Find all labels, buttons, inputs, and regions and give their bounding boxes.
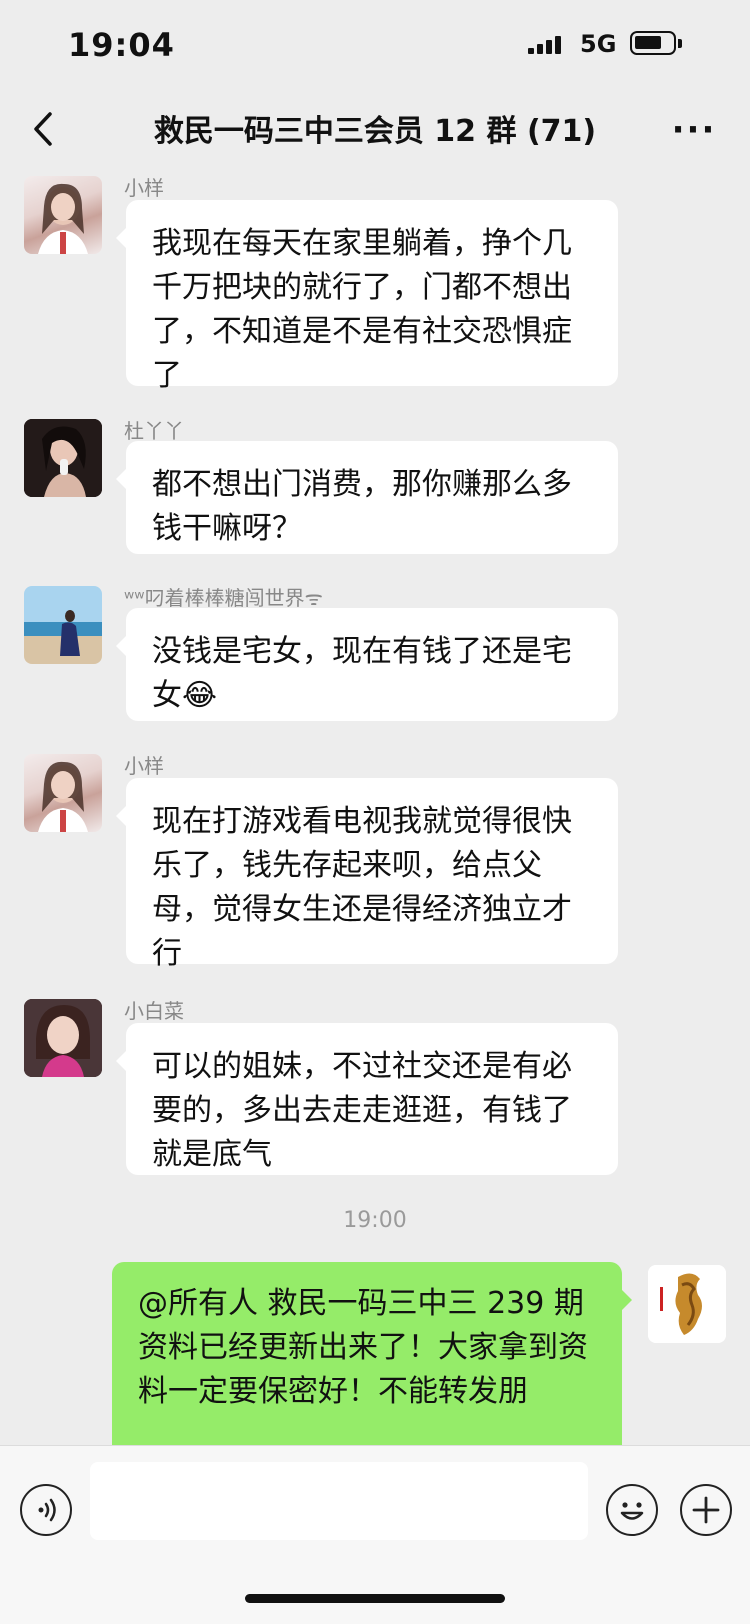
avatar-image bbox=[24, 419, 102, 497]
avatar[interactable] bbox=[24, 419, 102, 497]
avatar-self[interactable] bbox=[648, 1265, 726, 1343]
avatar-image bbox=[24, 586, 102, 664]
voice-button[interactable] bbox=[20, 1484, 72, 1536]
network-type: 5G bbox=[580, 30, 617, 58]
message-bubble[interactable]: 可以的姐妹，不过社交还是有必要的，多出去走走逛逛，有钱了就是底气 bbox=[116, 1023, 618, 1175]
status-time: 19:04 bbox=[68, 26, 175, 64]
message-bubble[interactable]: 没钱是宅女，现在有钱了还是宅女😂 bbox=[116, 608, 618, 721]
avatar[interactable] bbox=[24, 754, 102, 832]
nav-bar: 救民一码三中三会员 12 群 (71) ··· bbox=[0, 90, 750, 170]
plus-button[interactable] bbox=[680, 1484, 732, 1536]
signal-icon bbox=[528, 34, 568, 54]
message-bubble-self[interactable]: @所有人 救民一码三中三 239 期资料已经更新出来了！大家拿到资料一定要保密好… bbox=[112, 1262, 632, 1445]
sender-name: 小样 bbox=[124, 176, 164, 200]
message-input[interactable] bbox=[90, 1462, 588, 1540]
avatar[interactable] bbox=[24, 176, 102, 254]
voice-icon bbox=[38, 1498, 56, 1522]
message-bubble[interactable]: 都不想出门消费，那你赚那么多钱干嘛呀？ bbox=[116, 441, 618, 554]
plus-icon bbox=[692, 1496, 720, 1524]
more-button[interactable]: ··· bbox=[668, 112, 720, 148]
avatar[interactable] bbox=[24, 999, 102, 1077]
status-bar: 19:04 5G bbox=[0, 0, 750, 90]
emoji-button[interactable] bbox=[606, 1484, 658, 1536]
avatar[interactable] bbox=[24, 586, 102, 664]
message-timestamp: 19:00 bbox=[343, 1208, 407, 1233]
avatar-image bbox=[38, 183, 88, 254]
message-bubble[interactable]: 现在打游戏看电视我就觉得很快乐了，钱先存起来呗，给点父母，觉得女生还是得经济独立… bbox=[116, 778, 618, 971]
chat-title: 救民一码三中三会员 12 群 (71) bbox=[153, 114, 597, 149]
sender-name: 小白菜 bbox=[124, 999, 184, 1023]
chat-area[interactable]: 小样 我现在每天在家里躺着，挣个几千万把块的就行了，门都不想出了，不知道是不是有… bbox=[0, 170, 750, 1445]
battery-icon bbox=[630, 31, 676, 55]
input-bar bbox=[0, 1445, 750, 1624]
sender-name: 小样 bbox=[124, 754, 164, 778]
battery-tip bbox=[678, 39, 682, 48]
logo-avatar-image bbox=[648, 1265, 726, 1343]
home-indicator bbox=[245, 1594, 505, 1603]
emoji-icon bbox=[620, 1502, 644, 1520]
avatar-image bbox=[38, 761, 88, 832]
sender-name: ʷʷ叼着棒棒糖闯世界ᯤ bbox=[124, 586, 323, 610]
message-bubble[interactable]: 我现在每天在家里躺着，挣个几千万把块的就行了，门都不想出了，不知道是不是有社交恐… bbox=[116, 200, 618, 393]
sender-name: 杜丫丫 bbox=[124, 419, 184, 443]
avatar-image bbox=[24, 999, 102, 1077]
